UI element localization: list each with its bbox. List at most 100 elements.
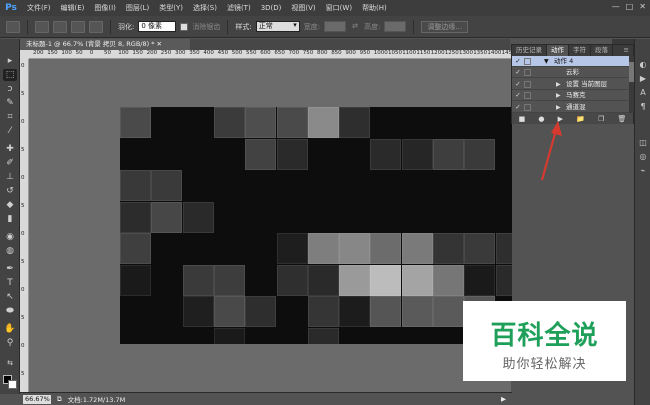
mosaic-tile (307, 233, 339, 264)
menu-layer[interactable]: 图层(L) (121, 3, 154, 13)
swap-colors-icon[interactable]: ⇆ (3, 357, 17, 369)
feather-input[interactable]: 0 像素 (138, 21, 177, 32)
history-brush-tool-icon[interactable]: ↺ (3, 185, 17, 197)
minimize-button[interactable]: — (612, 2, 620, 11)
ruler-corner[interactable] (20, 50, 29, 59)
ruler-tick-label: 0 (21, 287, 25, 293)
tool-preset-picker[interactable] (6, 20, 20, 33)
tab-actions[interactable]: 动作 (547, 45, 569, 56)
width-input[interactable] (324, 21, 347, 32)
status-menu-arrow-icon[interactable]: ▶ (501, 395, 506, 403)
status-icon[interactable]: ⧉ (57, 395, 62, 404)
zoom-tool-icon[interactable]: ⚲ (3, 337, 17, 349)
panel-menu-icon[interactable]: ≡ (620, 45, 633, 56)
vertical-ruler[interactable]: 0 5 0 5 0 5 0 5 0 5 0 5 (20, 59, 29, 392)
document-canvas[interactable] (120, 107, 512, 344)
collapsed-triangle-icon[interactable]: ▶ (556, 79, 561, 90)
toggle-check-icon[interactable]: ✓ (514, 67, 522, 78)
healing-brush-tool-icon[interactable]: ✚ (3, 143, 17, 155)
menu-image[interactable]: 图像(I) (89, 3, 121, 13)
collapsed-triangle-icon[interactable]: ▶ (556, 102, 561, 113)
add-selection-icon[interactable] (53, 20, 67, 33)
dialog-toggle-box[interactable] (524, 103, 531, 111)
maximize-button[interactable]: □ (626, 2, 634, 11)
layers-panel-icon[interactable]: ◫ (637, 137, 649, 149)
channels-panel-icon[interactable]: ◎ (637, 151, 649, 163)
clone-stamp-tool-icon[interactable]: ⊥ (3, 171, 17, 183)
eyedropper-tool-icon[interactable]: ⁄ (3, 125, 17, 137)
menu-filter[interactable]: 滤镜(T) (222, 3, 256, 13)
character-panel-icon[interactable]: A (637, 87, 649, 99)
tab-history[interactable]: 历史记录 (512, 45, 547, 56)
action-row[interactable]: ✓ ▶ 设置 当前图层 (512, 79, 629, 90)
toggle-check-icon[interactable]: ✓ (514, 90, 522, 101)
toggle-check-icon[interactable]: ✓ (514, 56, 522, 67)
menu-help[interactable]: 帮助(H) (357, 3, 392, 13)
menu-select[interactable]: 选择(S) (188, 3, 222, 13)
actions-panel-icon[interactable]: ▶ (637, 73, 649, 85)
quick-select-tool-icon[interactable]: ✎ (3, 97, 17, 109)
lasso-tool-icon[interactable]: ↄ (3, 83, 17, 95)
blur-tool-icon[interactable]: ◉ (3, 231, 17, 243)
type-tool-icon[interactable]: T (3, 277, 17, 289)
move-tool-icon[interactable]: ▸ (3, 55, 17, 67)
subtract-selection-icon[interactable] (71, 20, 85, 33)
antialias-checkbox[interactable] (180, 22, 189, 31)
close-button[interactable]: ✕ (639, 2, 646, 11)
menu-file[interactable]: 文件(F) (22, 3, 56, 13)
hand-tool-icon[interactable]: ✋ (3, 323, 17, 335)
dodge-tool-icon[interactable]: ◍ (3, 245, 17, 257)
mosaic-tile (120, 170, 151, 201)
mosaic-tile (433, 233, 464, 264)
dialog-toggle-box[interactable] (524, 80, 531, 88)
action-label: 通道混 (566, 102, 586, 111)
marquee-tool-icon[interactable]: ⬚ (3, 69, 17, 81)
gradient-tool-icon[interactable]: ▮ (3, 213, 17, 225)
brush-tool-icon[interactable]: ✐ (3, 157, 17, 169)
menu-edit[interactable]: 编辑(E) (56, 3, 90, 13)
new-selection-icon[interactable] (35, 20, 49, 33)
toggle-check-icon[interactable]: ✓ (514, 79, 522, 90)
height-input[interactable] (384, 21, 407, 32)
dialog-toggle-box[interactable] (524, 69, 531, 77)
height-label: 高度: (364, 22, 381, 31)
shape-tool-icon[interactable]: ⬬ (3, 305, 17, 317)
collapsed-triangle-icon[interactable]: ▶ (556, 90, 561, 101)
new-action-icon[interactable]: ❐ (598, 115, 604, 123)
menu-type[interactable]: 类型(Y) (154, 3, 188, 13)
color-panel-icon[interactable]: ◐ (637, 59, 649, 71)
action-row[interactable]: ✓ ▼ 动作 4 (512, 56, 629, 67)
horizontal-ruler[interactable]: 200 150 100 50 0 50 100 150 200 250 300 350 400 450 50… (29, 50, 511, 59)
background-color-swatch[interactable] (8, 380, 17, 389)
new-set-icon[interactable]: 📁 (576, 115, 585, 123)
refine-edge-button[interactable]: 调整边缘... (421, 20, 469, 33)
tab-character[interactable]: 字符 (569, 45, 591, 56)
swap-icon[interactable]: ⇄ (350, 21, 360, 33)
stop-recording-icon[interactable]: ■ (519, 115, 526, 123)
document-tab[interactable]: 未标题-1 @ 66.7% (背景 拷贝 8, RGB/8) * ✕ (20, 39, 190, 50)
intersect-selection-icon[interactable] (89, 20, 103, 33)
toggle-check-icon[interactable]: ✓ (514, 102, 522, 113)
path-select-tool-icon[interactable]: ↖ (3, 291, 17, 303)
mosaic-tile (433, 138, 464, 170)
expanded-triangle-icon[interactable]: ▼ (544, 56, 549, 67)
style-select[interactable]: 正常 (255, 21, 300, 32)
menu-3d[interactable]: 3D(D) (256, 4, 287, 12)
delete-icon[interactable]: 🗑 (617, 115, 626, 123)
action-row[interactable]: ✓▶云彩 (512, 67, 629, 79)
eraser-tool-icon[interactable]: ◆ (3, 199, 17, 211)
paragraph-panel-icon[interactable]: ¶ (637, 101, 649, 113)
pen-tool-icon[interactable]: ✒ (3, 263, 17, 275)
menu-view[interactable]: 视图(V) (286, 3, 320, 13)
action-row[interactable]: ✓ ▶ 马赛克 (512, 90, 629, 102)
paths-panel-icon[interactable]: ⌁ (637, 165, 649, 177)
tab-paragraph[interactable]: 段落 (591, 45, 613, 56)
dialog-toggle-box[interactable] (524, 58, 531, 65)
ruler-tick-label: 200 (33, 50, 44, 56)
menu-window[interactable]: 窗口(W) (321, 3, 357, 13)
divider (110, 19, 111, 34)
dialog-toggle-box[interactable] (524, 92, 531, 100)
zoom-level-field[interactable]: 66.67% (23, 394, 51, 404)
crop-tool-icon[interactable]: ⌗ (3, 111, 17, 123)
action-row[interactable]: ✓ ▶ 通道混 (512, 102, 629, 113)
